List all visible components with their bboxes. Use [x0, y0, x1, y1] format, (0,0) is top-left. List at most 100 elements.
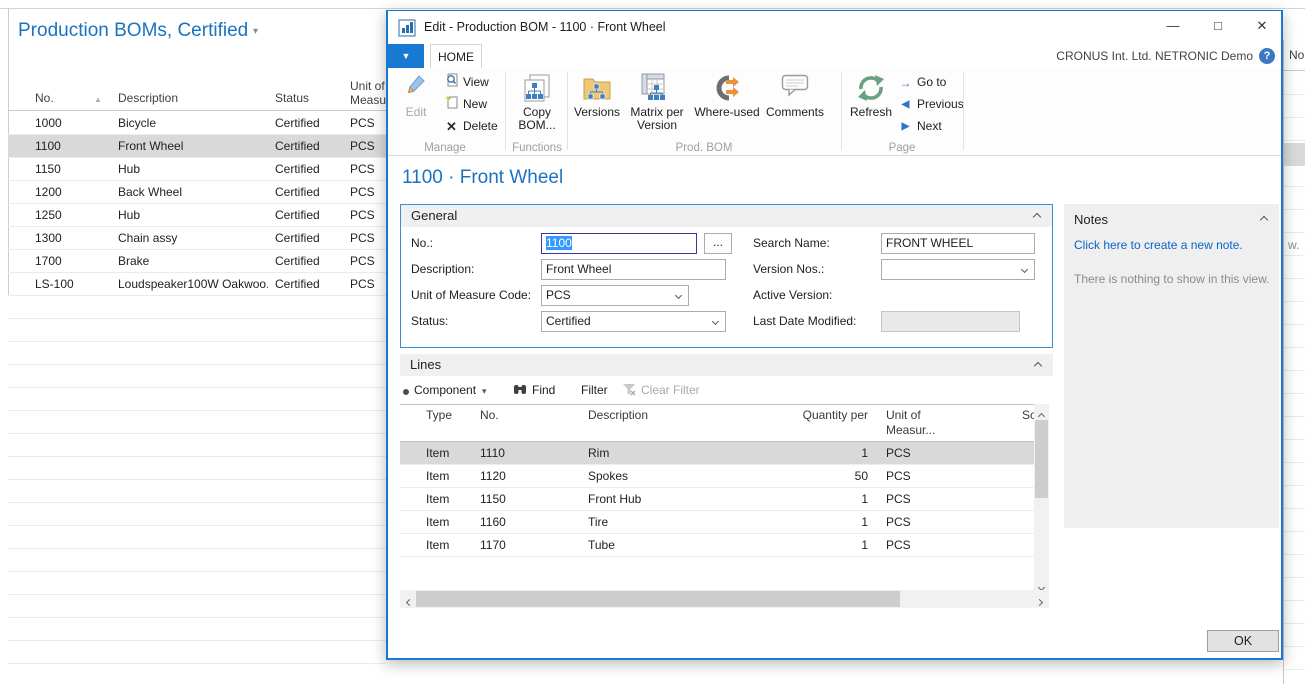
cell-description: Chain assy — [118, 227, 268, 249]
collapse-chevron-icon[interactable] — [1033, 213, 1041, 221]
uom-code-select[interactable]: PCS — [541, 285, 689, 306]
new-button[interactable]: New — [444, 94, 487, 114]
page-title-caret-icon[interactable]: ▾ — [253, 26, 258, 37]
tab-home[interactable]: HOME — [430, 44, 482, 68]
table-row[interactable]: 1700 Brake Certified PCS — [8, 250, 386, 273]
clear-filter-label: Clear Filter — [641, 383, 700, 397]
search-name-label: Search Name: — [753, 233, 830, 254]
col-no[interactable]: No. — [480, 408, 499, 423]
cell-description: Tube — [588, 534, 615, 556]
description-field-label: Description: — [411, 259, 474, 280]
refresh-button[interactable]: Refresh — [846, 70, 896, 119]
lines-fasttab-header[interactable]: Lines — [400, 354, 1053, 376]
goto-label: Go to — [917, 75, 946, 89]
col-description[interactable]: Description — [588, 408, 648, 423]
table-row[interactable]: 1000 Bicycle Certified PCS — [8, 112, 386, 135]
ribbon-separator — [567, 72, 568, 150]
cell-uom: PCS — [886, 465, 950, 487]
scroll-up-icon[interactable] — [1034, 406, 1049, 420]
vertical-scroll-thumb[interactable] — [1035, 420, 1048, 498]
previous-button[interactable]: ◀Previous — [898, 94, 964, 114]
table-row[interactable]: 1200 Back Wheel Certified PCS — [8, 181, 386, 204]
scroll-left-icon[interactable] — [402, 592, 417, 606]
table-row[interactable]: LS-100 Loudspeaker100W Oakwoo... Certifi… — [8, 273, 386, 296]
bg-column-description[interactable]: Description — [118, 91, 178, 105]
line-row[interactable]: Item 1170 Tube 1 PCS — [400, 534, 1034, 557]
matrix-per-version-button[interactable]: Matrix per Version — [624, 70, 690, 132]
cell-status: Certified — [275, 204, 320, 226]
no-field-label: No.: — [411, 233, 433, 254]
line-row[interactable]: Item 1150 Front Hub 1 PCS — [400, 488, 1034, 511]
status-select[interactable]: Certified — [541, 311, 726, 332]
component-caret-icon: ▾ — [482, 386, 487, 396]
edit-button[interactable]: Edit — [394, 70, 438, 119]
where-used-button[interactable]: Where-used — [692, 70, 762, 119]
line-row[interactable]: Item 1120 Spokes 50 PCS — [400, 465, 1034, 488]
col-quantity-per[interactable]: Quantity per — [768, 408, 868, 423]
filter-button[interactable]: Filter — [581, 379, 608, 401]
maximize-button[interactable]: □ — [1204, 11, 1232, 41]
lines-horizontal-scrollbar[interactable] — [400, 590, 1049, 608]
group-label-functions: Functions — [508, 142, 566, 154]
horizontal-scroll-thumb[interactable] — [416, 591, 900, 607]
col-type[interactable]: Type — [426, 408, 452, 423]
scroll-right-icon[interactable] — [1032, 592, 1047, 606]
delete-button[interactable]: ✕Delete — [444, 116, 498, 136]
versions-label: Versions — [572, 106, 622, 119]
table-row-selected[interactable]: 1100 Front Wheel Certified PCS — [8, 135, 386, 158]
app-menu-button[interactable]: ▼ — [388, 44, 424, 68]
cell-no: 1300 — [35, 227, 62, 249]
cell-uom: PCS — [350, 181, 375, 203]
next-button[interactable]: ▶Next — [898, 116, 942, 136]
nav-app-icon — [398, 19, 416, 42]
cell-description: Brake — [118, 250, 268, 272]
table-row[interactable]: 1300 Chain assy Certified PCS — [8, 227, 386, 250]
description-field[interactable]: Front Wheel — [541, 259, 726, 280]
comments-button[interactable]: Comments — [762, 70, 828, 119]
component-menu-button[interactable]: Component▾ — [403, 379, 487, 402]
bg-column-no[interactable]: No. — [35, 91, 54, 105]
cell-uom: PCS — [350, 135, 375, 157]
create-note-link[interactable]: Click here to create a new note. — [1074, 238, 1243, 252]
minimize-button[interactable]: — — [1159, 11, 1187, 41]
search-name-field[interactable]: FRONT WHEEL — [881, 233, 1035, 254]
goto-button[interactable]: → Go to — [898, 72, 946, 92]
table-row[interactable]: 1250 Hub Certified PCS — [8, 204, 386, 227]
copy-bom-button[interactable]: Copy BOM... — [510, 70, 564, 132]
no-field[interactable]: 1100 — [541, 233, 697, 254]
scroll-down-icon[interactable] — [1034, 577, 1049, 591]
help-icon[interactable]: ? — [1259, 48, 1275, 64]
table-row[interactable]: 1150 Hub Certified PCS — [8, 158, 386, 181]
notes-factbox: Notes Click here to create a new note. T… — [1064, 204, 1279, 528]
bg-right-column-no: No. — [1289, 48, 1305, 62]
cell-description: Spokes — [588, 465, 628, 487]
bg-column-status[interactable]: Status — [275, 91, 309, 105]
dialog-titlebar[interactable]: Edit - Production BOM - 1100 · Front Whe… — [388, 11, 1281, 44]
collapse-chevron-icon[interactable] — [1034, 362, 1042, 370]
lines-vertical-scrollbar[interactable] — [1034, 404, 1049, 591]
clear-filter-button[interactable]: Clear Filter — [622, 379, 700, 403]
general-fasttab-header[interactable]: General — [401, 205, 1052, 227]
version-nos-select[interactable] — [881, 259, 1035, 280]
lines-table-header: Type No. Description Quantity per Unit o… — [400, 404, 1034, 442]
ribbon-tab-row: ▼ HOME CRONUS Int. Ltd. NETRONIC Demo ? — [388, 44, 1281, 68]
view-button[interactable]: View — [444, 72, 489, 92]
ribbon-group-functions: Copy BOM... Functions — [508, 68, 566, 156]
cell-description: Hub — [118, 158, 268, 180]
bg-right-truncated-text: w. — [1288, 238, 1299, 252]
general-fasttab: General No.: 1100 ... Search Name: FRONT… — [400, 204, 1053, 348]
status-value: Certified — [546, 314, 591, 328]
line-row[interactable]: Item 1160 Tire 1 PCS — [400, 511, 1034, 534]
goto-arrow-icon: → — [898, 73, 913, 93]
ok-button[interactable]: OK — [1207, 630, 1279, 652]
background-window-top-edge — [0, 8, 1305, 9]
bg-right-selected-row — [1284, 143, 1305, 166]
collapse-chevron-icon[interactable] — [1260, 216, 1268, 224]
col-unit-of-measure[interactable]: Unit of Measur... — [886, 408, 950, 438]
close-button[interactable]: ✕ — [1248, 11, 1276, 41]
find-button[interactable]: Find — [513, 379, 555, 403]
no-browse-button[interactable]: ... — [704, 233, 732, 254]
line-row-selected[interactable]: Item 1110 Rim 1 PCS — [400, 442, 1034, 465]
cell-uom: PCS — [886, 534, 950, 556]
versions-button[interactable]: Versions — [572, 70, 622, 119]
